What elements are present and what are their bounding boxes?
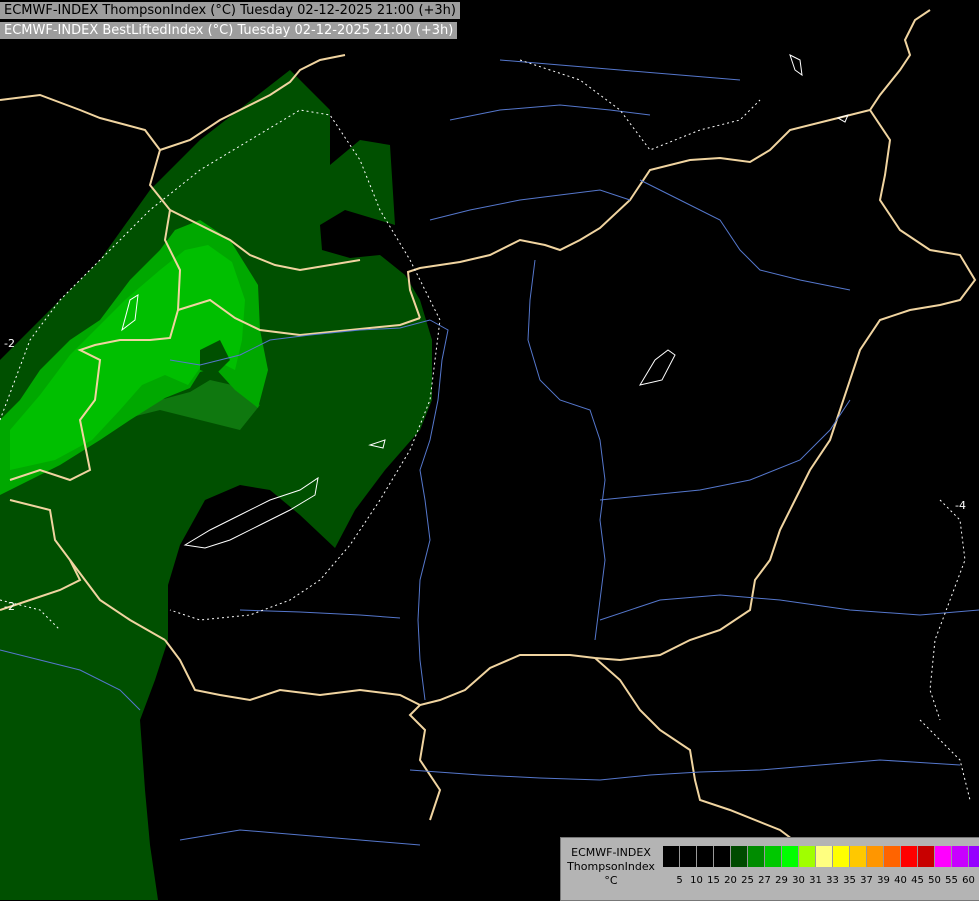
legend-swatch xyxy=(935,846,952,867)
legend-tick: 50 xyxy=(928,875,941,886)
legend-tick: 33 xyxy=(826,875,839,886)
legend-swatch xyxy=(714,846,731,867)
contour-label-right: -4 xyxy=(955,499,966,512)
legend-swatch xyxy=(850,846,867,867)
legend-swatch xyxy=(918,846,935,867)
contour-label-left-lower: -2 xyxy=(4,600,15,613)
legend-tick: 40 xyxy=(894,875,907,886)
legend-tick: 27 xyxy=(758,875,771,886)
legend-tick: 5 xyxy=(676,875,683,886)
legend-swatch xyxy=(680,846,697,867)
map-title-thompson: ECMWF-INDEX ThompsonIndex (°C) Tuesday 0… xyxy=(0,2,460,19)
weather-map: -2 -2 -4 xyxy=(0,0,979,900)
legend-tick: 55 xyxy=(945,875,958,886)
legend-swatch xyxy=(816,846,833,867)
legend-swatch xyxy=(901,846,918,867)
legend-unit: °C xyxy=(604,874,618,887)
legend-swatch xyxy=(697,846,714,867)
legend-ticks: 5 10 15 20 25 27 29 30 31 33 35 37 39 40 45 50 55 60 xyxy=(671,875,977,887)
legend-tick: 29 xyxy=(775,875,788,886)
legend-tick: 31 xyxy=(809,875,822,886)
legend-swatch xyxy=(748,846,765,867)
legend-swatch xyxy=(663,846,680,867)
legend-tick: 60 xyxy=(962,875,975,886)
legend-tick: 20 xyxy=(724,875,737,886)
legend-swatch xyxy=(833,846,850,867)
legend-tick: 45 xyxy=(911,875,924,886)
map-title-lifted: ECMWF-INDEX BestLiftedIndex (°C) Tuesday… xyxy=(0,22,458,39)
color-legend: ECMWF-INDEX ThompsonIndex °C 5 10 15 20 25 27… xyxy=(560,837,979,901)
legend-swatch xyxy=(952,846,969,867)
legend-tick: 30 xyxy=(792,875,805,886)
legend-tick: 39 xyxy=(877,875,890,886)
legend-tick: 35 xyxy=(843,875,856,886)
legend-tick: 37 xyxy=(860,875,873,886)
legend-swatch xyxy=(765,846,782,867)
legend-swatch xyxy=(782,846,799,867)
legend-tick: 25 xyxy=(741,875,754,886)
legend-source: ECMWF-INDEX xyxy=(571,846,651,859)
contour-label-left-upper: -2 xyxy=(4,337,15,350)
legend-swatch xyxy=(969,846,979,867)
legend-swatches xyxy=(663,846,979,867)
legend-swatch xyxy=(731,846,748,867)
legend-swatch xyxy=(799,846,816,867)
legend-label: ECMWF-INDEX ThompsonIndex °C xyxy=(563,846,659,888)
legend-tick: 10 xyxy=(690,875,703,886)
legend-swatch xyxy=(884,846,901,867)
legend-tick: 15 xyxy=(707,875,720,886)
legend-parameter: ThompsonIndex xyxy=(567,860,655,873)
legend-swatch xyxy=(867,846,884,867)
